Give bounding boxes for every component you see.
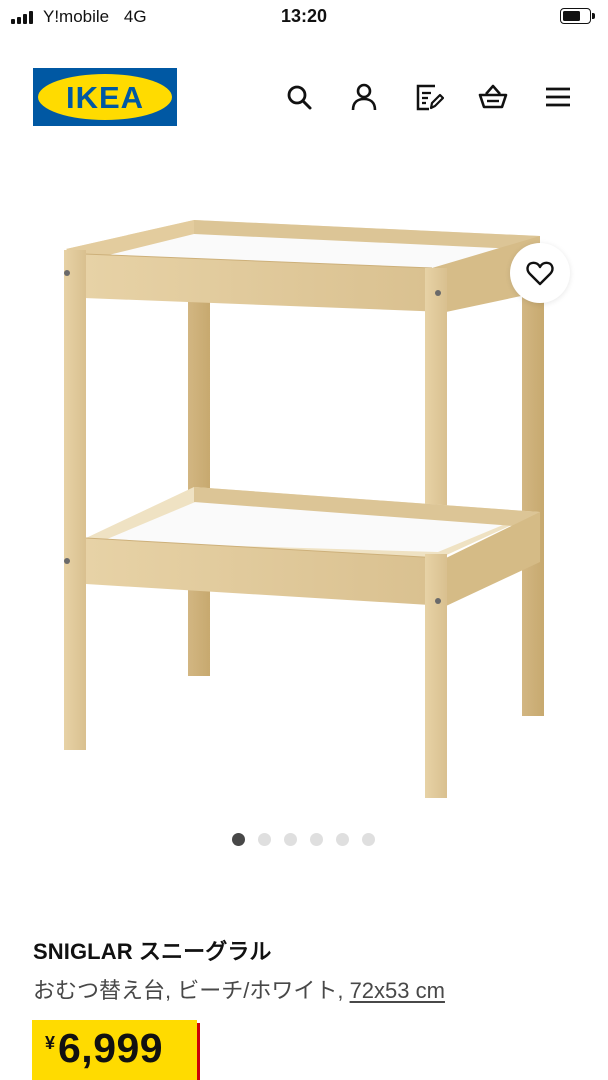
gallery-dot-3[interactable] — [284, 833, 297, 846]
product-type-color: おむつ替え台, ビーチ/ホワイト, — [33, 978, 350, 1003]
gallery-pagination — [232, 833, 382, 847]
favorite-button[interactable] — [510, 243, 570, 303]
gallery-dot-1[interactable] — [232, 833, 245, 846]
cart-icon[interactable] — [478, 82, 508, 112]
search-icon[interactable] — [284, 82, 314, 112]
product-dimensions-link[interactable]: 72x53 cm — [350, 978, 445, 1003]
status-time: 13:20 — [280, 6, 328, 26]
price-amount: 6,999 — [58, 1025, 164, 1071]
product-name: SNIGLAR スニーグラル — [33, 939, 272, 964]
shopping-list-icon[interactable] — [414, 82, 444, 112]
heart-icon — [526, 261, 554, 286]
status-bar: Y!mobile 4G 13:20 — [0, 0, 608, 34]
site-header: IKEA — [0, 60, 608, 136]
battery-tip — [592, 13, 595, 19]
ikea-logo[interactable]: IKEA — [33, 68, 177, 126]
price-tag: ¥ 6,999 — [32, 1020, 197, 1080]
battery-icon — [560, 8, 591, 24]
gallery-dot-4[interactable] — [310, 833, 323, 846]
account-icon[interactable] — [349, 82, 379, 112]
product-description: おむつ替え台, ビーチ/ホワイト, 72x53 cm — [33, 973, 445, 1005]
price-currency: ¥ — [45, 1033, 56, 1053]
menu-icon[interactable] — [543, 82, 573, 112]
logo-wordmark: IKEA — [66, 80, 144, 115]
gallery-dot-2[interactable] — [258, 833, 271, 846]
product-image-gallery[interactable] — [0, 150, 608, 830]
gallery-dot-5[interactable] — [336, 833, 349, 846]
gallery-dot-6[interactable] — [362, 833, 375, 846]
